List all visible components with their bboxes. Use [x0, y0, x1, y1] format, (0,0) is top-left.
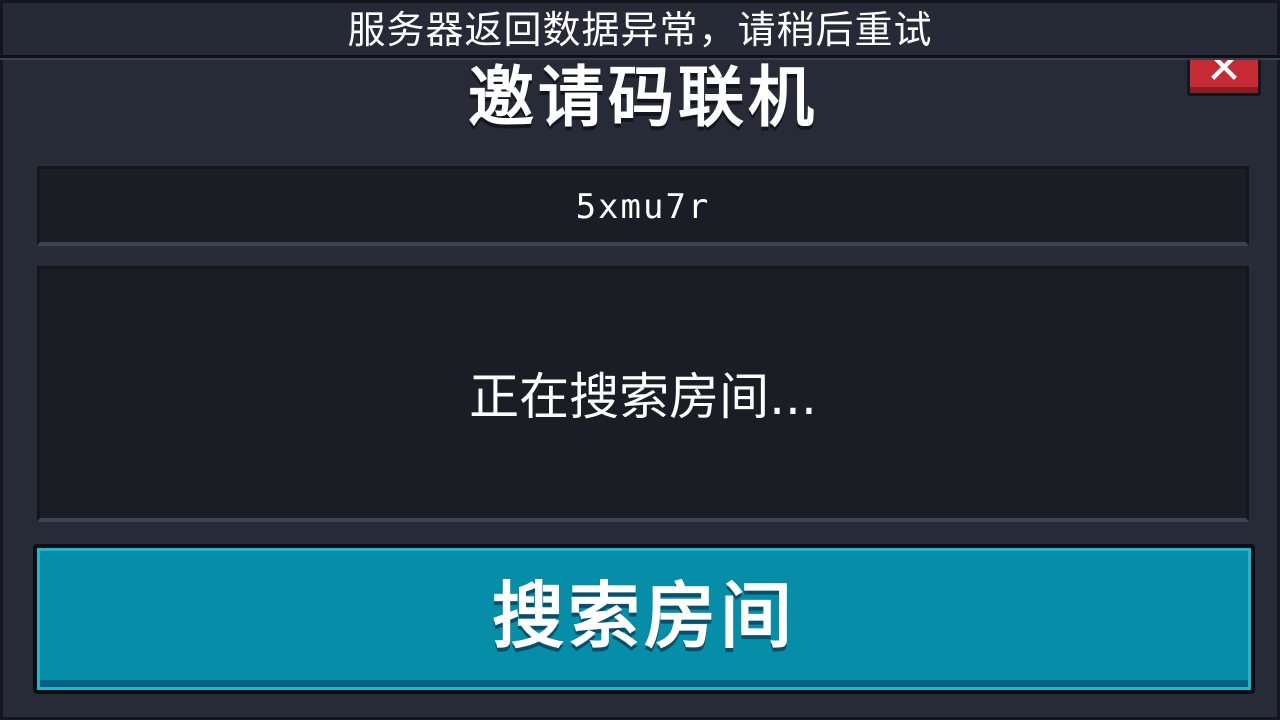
error-toast-message: 服务器返回数据异常，请稍后重试 [347, 8, 933, 52]
search-room-button-label: 搜索房间 [491, 574, 796, 658]
invite-code-value: 5xmu7r [575, 187, 711, 227]
invite-dialog: 邀请码联机 ✕ 5xmu7r 正在搜索房间... 搜索房间 [0, 0, 1280, 720]
status-text: 正在搜索房间... [469, 368, 817, 426]
game-screen: 邀请码联机 ✕ 5xmu7r 正在搜索房间... 搜索房间 服务器返回数据异常，… [0, 0, 1280, 720]
error-toast: 服务器返回数据异常，请稍后重试 [0, 0, 1280, 58]
search-room-button[interactable]: 搜索房间 [33, 544, 1255, 694]
invite-code-field[interactable]: 5xmu7r [37, 166, 1249, 246]
status-panel: 正在搜索房间... [37, 266, 1249, 522]
dialog-title: 邀请码联机 [468, 59, 818, 136]
